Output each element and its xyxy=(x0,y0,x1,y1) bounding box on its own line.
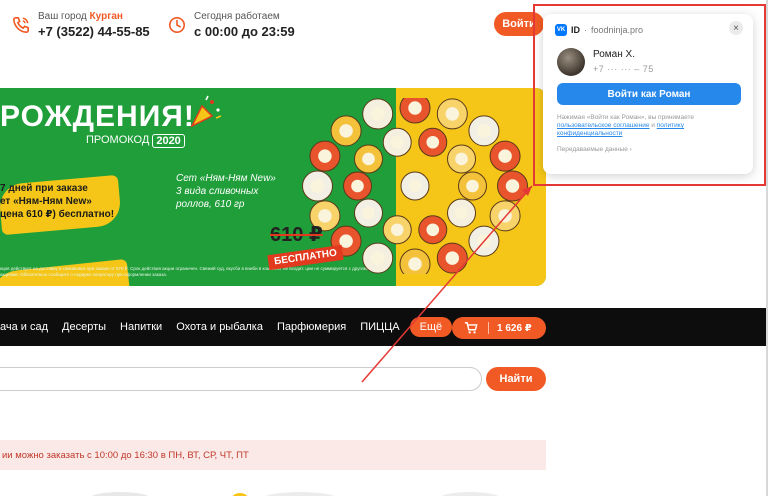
user-phone: +7 ··· ··· – 75 xyxy=(593,64,654,74)
sushi-roll-center xyxy=(445,251,460,265)
offer-line-2: ет «Ням-Ням New» xyxy=(0,196,92,207)
sushi-roll-center xyxy=(318,149,332,163)
legal-and: и xyxy=(651,122,655,129)
search-button[interactable]: Найти xyxy=(486,367,546,391)
sushi-roll-center xyxy=(445,107,460,121)
sushi-roll-center xyxy=(310,179,325,193)
sushi-roll-center xyxy=(408,257,422,271)
nav-item-drinks[interactable]: Напитки xyxy=(120,321,162,333)
sushi-roll-center xyxy=(505,179,520,193)
sushi-roll-center xyxy=(498,149,512,163)
sushi-roll-center xyxy=(390,135,404,149)
sushi-roll-center xyxy=(370,107,385,121)
phone-icon xyxy=(12,16,30,34)
sushi-roll-center xyxy=(466,179,479,193)
sushi-roll-center xyxy=(477,124,491,138)
notice-text: ии можно заказать с 10:00 до 16:30 в ПН,… xyxy=(2,449,249,461)
category-nav: ача и сад Десерты Напитки Охота и рыбалк… xyxy=(0,308,766,346)
sushi-roll-center xyxy=(477,234,491,248)
cart-total: 1 626 ₽ xyxy=(497,322,532,334)
nav-more-button[interactable]: Ещё xyxy=(409,317,453,337)
old-price: 610 ₽ xyxy=(270,224,323,246)
header-separator: · xyxy=(584,25,587,35)
sushi-roll-center xyxy=(426,223,440,237)
vk-logo-icon: VK xyxy=(555,24,567,36)
sushi-roll-center xyxy=(362,206,375,220)
set-line-1: Сет «Ням-Ням New» xyxy=(176,173,276,184)
page: Ваш город Курган +7 (3522) 44-55-85 Сего… xyxy=(0,0,768,496)
signin-as-button[interactable]: Войти как Роман xyxy=(557,83,741,105)
cart-button[interactable]: 1 626 ₽ xyxy=(452,317,546,339)
hours-value: с 00:00 до 23:59 xyxy=(194,24,295,39)
sushi-roll-center xyxy=(455,206,468,220)
nav-item-perfume[interactable]: Парфюмерия xyxy=(277,321,346,333)
offer-text: 7 дней при заказе ет «Ням-Ням New» цена … xyxy=(0,182,114,221)
city-line: Ваш город Курган xyxy=(38,10,150,23)
popup-site: foodninja.pro xyxy=(591,25,644,35)
city-selector[interactable]: Курган xyxy=(90,11,123,22)
set-description: Сет «Ням-Ням New» 3 вида сливочных ролло… xyxy=(176,172,276,211)
party-popper-icon xyxy=(190,95,222,128)
sushi-roll-center xyxy=(408,101,422,115)
sushi-roll-center xyxy=(498,209,512,223)
avatar xyxy=(557,48,585,76)
transferred-data-link[interactable]: Передаваемые данные › xyxy=(557,146,632,153)
city-phone-block: Ваш город Курган +7 (3522) 44-55-85 xyxy=(12,10,150,40)
terms-link[interactable]: пользовательское соглашение xyxy=(557,122,649,129)
banner-title: РОЖДЕНИЯ! xyxy=(0,100,195,133)
vk-id-popup: VK ID · foodninja.pro × Роман Х. +7 ··· … xyxy=(543,14,753,174)
legal-prefix: Нажимая «Войти как Роман», вы принимаете xyxy=(557,114,695,121)
hours-block: Сегодня работаем с 00:00 до 23:59 xyxy=(168,10,295,40)
sushi-roll-center xyxy=(318,209,332,223)
clock-icon xyxy=(168,16,186,34)
vk-id-label: ID xyxy=(571,25,580,35)
set-line-2: 3 вида сливочных xyxy=(176,186,259,197)
sushi-roll-center xyxy=(408,179,422,193)
phone-number[interactable]: +7 (3522) 44-55-85 xyxy=(38,24,150,40)
search-input[interactable] xyxy=(0,367,482,391)
offer-line-3: цена 610 ₽) бесплатно! xyxy=(0,209,115,220)
sushi-roll-center xyxy=(339,124,353,138)
sushi-roll-center xyxy=(426,135,440,149)
nav-item-desserts[interactable]: Десерты xyxy=(62,321,106,333)
set-line-3: роллов, 610 гр xyxy=(176,199,245,210)
user-name: Роман Х. xyxy=(593,49,635,60)
legal-text: Нажимая «Войти как Роман», вы принимаете… xyxy=(557,114,741,138)
product-cards-partial xyxy=(91,492,499,496)
sushi-roll-center xyxy=(370,251,385,265)
sushi-roll-center xyxy=(390,223,404,237)
nav-item-garden[interactable]: ача и сад xyxy=(0,321,48,333)
cart-icon xyxy=(464,322,478,334)
offer-line-1: 7 дней при заказе xyxy=(0,183,88,194)
sushi-roll-center xyxy=(362,152,375,166)
promo-row: ПРОМОКОД 2020 xyxy=(86,134,185,148)
popup-header: VK ID · foodninja.pro xyxy=(555,24,643,36)
city-prefix: Ваш город xyxy=(38,11,87,22)
nav-item-pizza[interactable]: ПИЦЦА xyxy=(360,321,399,333)
cart-separator xyxy=(488,322,489,334)
sushi-roll-center xyxy=(351,179,364,193)
order-time-notice: ии можно заказать с 10:00 до 16:30 в ПН,… xyxy=(0,440,546,470)
sushi-roll-center xyxy=(455,152,468,166)
promo-label: ПРОМОКОД xyxy=(86,134,150,146)
promo-code: 2020 xyxy=(152,134,185,148)
nav-item-hunting[interactable]: Охота и рыбалка xyxy=(176,321,263,333)
hours-label: Сегодня работаем xyxy=(194,11,280,22)
close-icon[interactable]: × xyxy=(729,21,743,35)
